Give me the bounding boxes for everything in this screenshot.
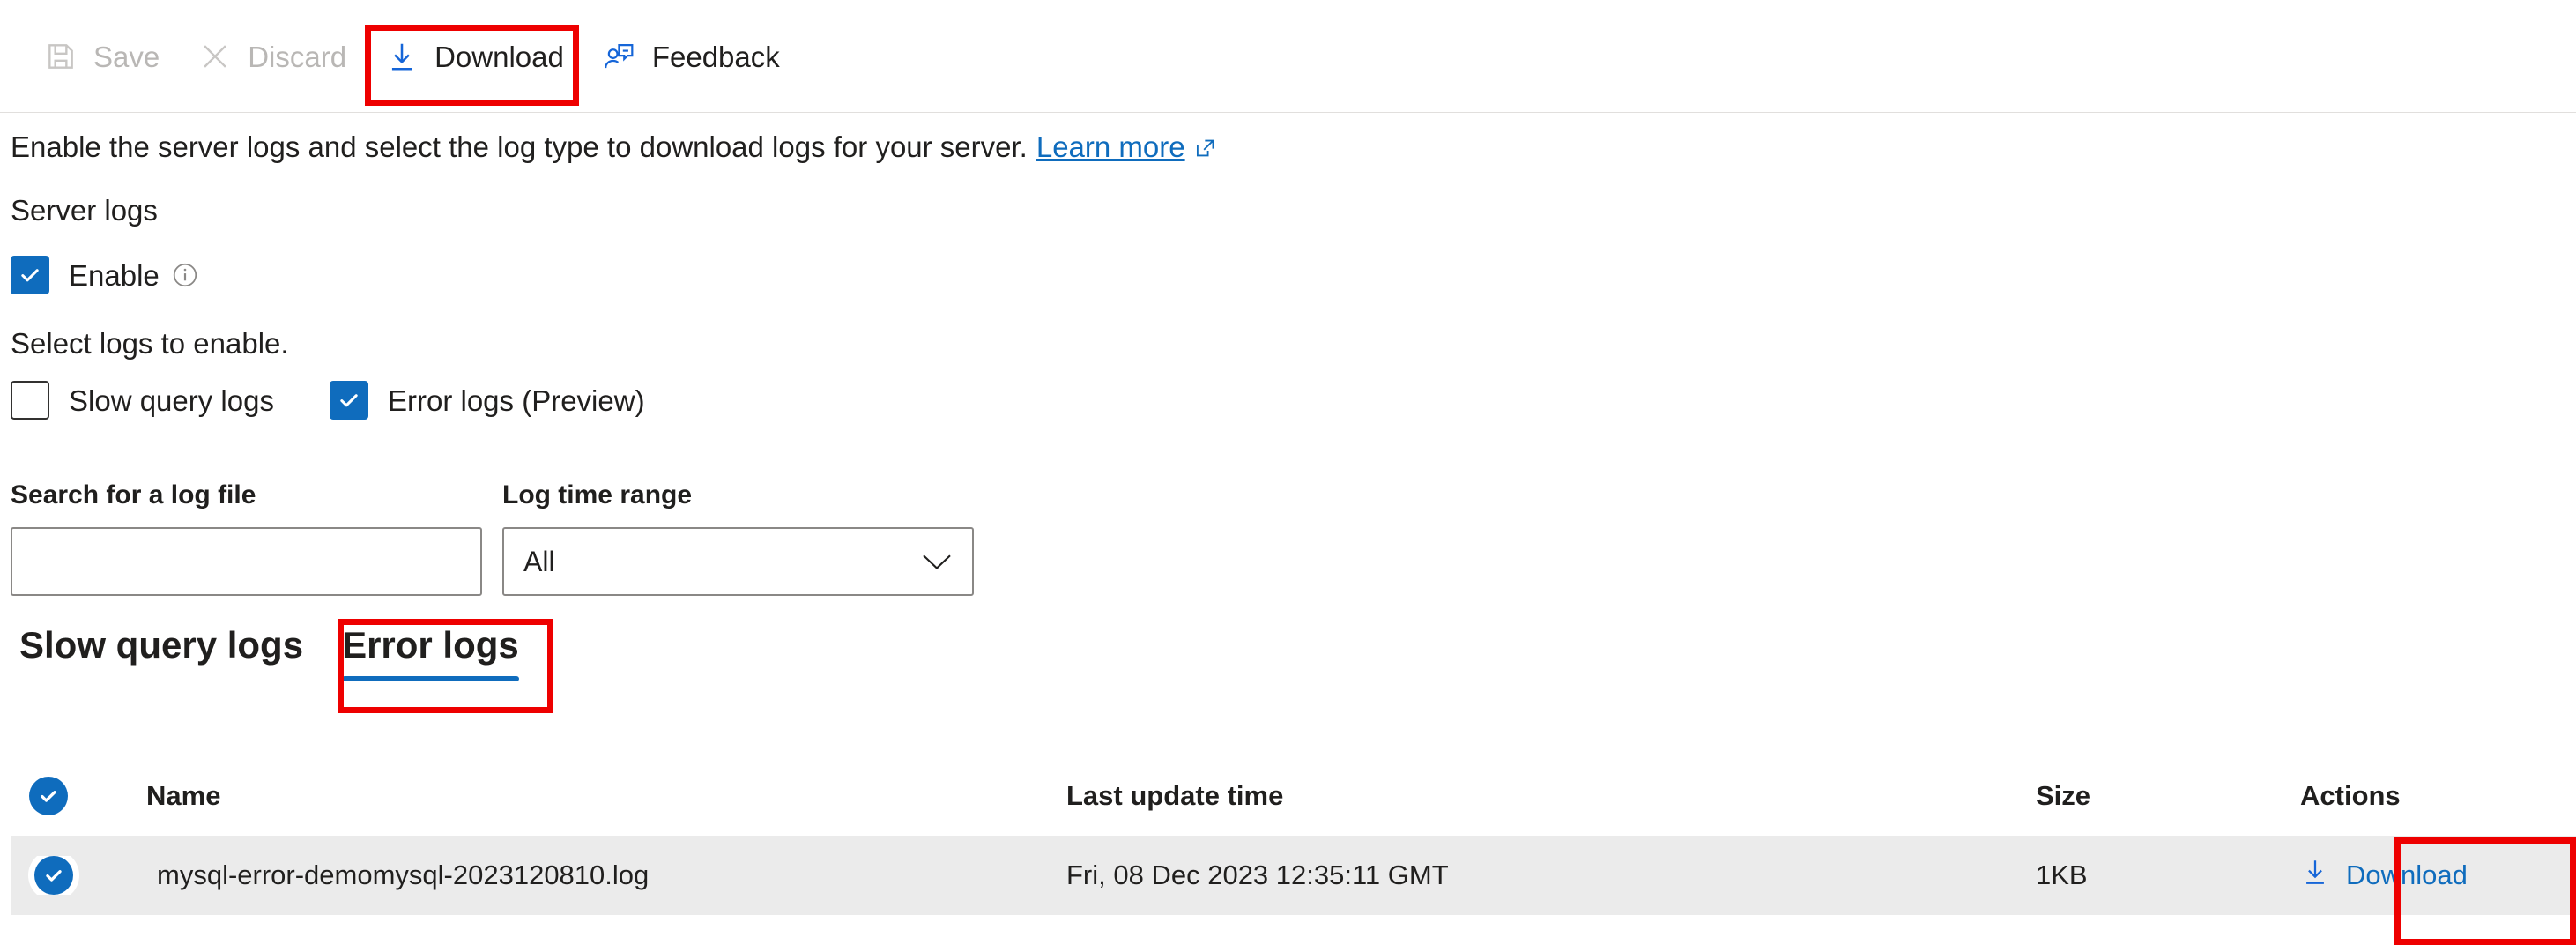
column-header-name[interactable]: Name bbox=[97, 780, 1066, 812]
tab-slow-query-logs-label: Slow query logs bbox=[19, 624, 303, 666]
save-label: Save bbox=[93, 42, 160, 71]
toolbar-divider bbox=[0, 112, 2576, 113]
row-cell-last-update-time: Fri, 08 Dec 2023 12:35:11 GMT bbox=[1066, 859, 2036, 891]
download-icon bbox=[385, 40, 419, 73]
column-header-actions: Actions bbox=[2300, 780, 2576, 812]
discard-icon bbox=[198, 40, 232, 73]
page-description: Enable the server logs and select the lo… bbox=[11, 128, 1217, 169]
slow-query-logs-label: Slow query logs bbox=[69, 386, 274, 415]
enable-label: Enable bbox=[69, 261, 160, 290]
learn-more-link[interactable]: Learn more bbox=[1036, 130, 1185, 163]
row-download-button[interactable]: Download bbox=[2300, 857, 2468, 894]
discard-button[interactable]: Discard bbox=[179, 25, 366, 88]
feedback-label: Feedback bbox=[652, 42, 780, 71]
checkbox-box-enable[interactable] bbox=[11, 256, 49, 294]
enable-server-logs-checkbox[interactable]: Enable bbox=[11, 256, 198, 294]
row-cell-name: mysql-error-demomysql-2023120810.log bbox=[97, 859, 1066, 891]
server-logs-section-label: Server logs bbox=[11, 193, 158, 228]
download-button[interactable]: Download bbox=[366, 25, 583, 88]
row-select-cell bbox=[11, 856, 97, 895]
save-icon bbox=[44, 40, 78, 73]
column-header-size[interactable]: Size bbox=[2036, 780, 2300, 812]
learn-more-label: Learn more bbox=[1036, 130, 1185, 163]
log-files-table: Name Last update time Size Actions mysql… bbox=[0, 756, 2576, 915]
search-input[interactable] bbox=[11, 527, 482, 596]
chevron-down-icon bbox=[921, 551, 953, 572]
log-time-range-label: Log time range bbox=[502, 480, 692, 510]
save-button[interactable]: Save bbox=[25, 25, 179, 88]
select-all-cell bbox=[0, 777, 97, 815]
description-text: Enable the server logs and select the lo… bbox=[11, 130, 1028, 163]
error-logs-label: Error logs (Preview) bbox=[388, 386, 645, 415]
feedback-button[interactable]: Feedback bbox=[583, 25, 799, 88]
feedback-icon bbox=[603, 40, 636, 73]
external-link-icon bbox=[1194, 130, 1217, 169]
checkbox-box-error-logs[interactable] bbox=[330, 381, 368, 420]
tab-error-logs-label: Error logs bbox=[342, 624, 519, 666]
log-time-range-value: All bbox=[523, 547, 555, 576]
select-all-checkbox[interactable] bbox=[29, 777, 68, 815]
row-cell-size: 1KB bbox=[2036, 859, 2300, 891]
tab-slow-query-logs[interactable]: Slow query logs bbox=[12, 621, 323, 683]
search-field-label: Search for a log file bbox=[11, 480, 256, 510]
row-select-checkbox[interactable] bbox=[34, 856, 73, 895]
discard-label: Discard bbox=[248, 42, 346, 71]
row-download-label: Download bbox=[2346, 859, 2468, 891]
error-logs-checkbox[interactable]: Error logs (Preview) bbox=[330, 381, 645, 420]
download-icon bbox=[2300, 857, 2330, 894]
table-row[interactable]: mysql-error-demomysql-2023120810.log Fri… bbox=[11, 836, 2576, 915]
log-type-tabs: Slow query logs Error logs bbox=[12, 621, 538, 683]
table-header-row: Name Last update time Size Actions bbox=[0, 756, 2576, 836]
tab-error-logs[interactable]: Error logs bbox=[323, 621, 538, 683]
select-logs-label: Select logs to enable. bbox=[11, 326, 289, 361]
row-cell-actions: Download bbox=[2300, 857, 2576, 894]
column-header-last-update-time[interactable]: Last update time bbox=[1066, 780, 2036, 812]
slow-query-logs-checkbox[interactable]: Slow query logs bbox=[11, 381, 274, 420]
log-time-range-select[interactable]: All bbox=[502, 527, 974, 596]
info-icon[interactable] bbox=[172, 262, 198, 288]
tab-selected-underline bbox=[342, 676, 519, 681]
download-label: Download bbox=[434, 42, 564, 71]
command-toolbar: Save Discard Download F bbox=[0, 0, 2576, 113]
checkbox-box-slow-query[interactable] bbox=[11, 381, 49, 420]
